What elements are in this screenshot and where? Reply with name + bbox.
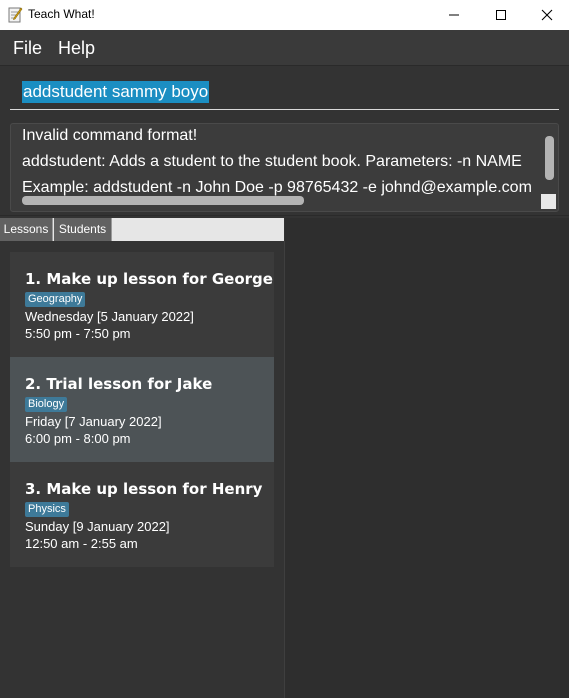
- menu-file[interactable]: File: [13, 38, 42, 59]
- menu-help[interactable]: Help: [58, 38, 95, 59]
- result-display[interactable]: Invalid command format! addstudent: Adds…: [10, 123, 559, 212]
- result-line: Invalid command format!: [22, 127, 198, 144]
- result-area: Invalid command format! addstudent: Adds…: [0, 117, 569, 216]
- minimize-icon: [449, 14, 459, 16]
- lesson-title: 2. Trial lesson for Jake: [25, 375, 213, 393]
- lesson-card[interactable]: 2. Trial lesson for Jake Biology Friday …: [10, 357, 274, 462]
- lesson-time: 6:00 pm - 8:00 pm: [25, 431, 131, 446]
- menu-bar: File Help: [0, 30, 569, 66]
- close-icon: [541, 9, 553, 21]
- tab-bar: Lessons Students: [0, 218, 284, 241]
- maximize-button[interactable]: [478, 0, 524, 30]
- command-text: addstudent sammy boyo: [22, 81, 210, 103]
- subject-tag: Physics: [25, 502, 69, 517]
- close-button[interactable]: [524, 0, 569, 30]
- lesson-card[interactable]: 3. Make up lesson for Henry Physics Sund…: [10, 462, 274, 567]
- lesson-date: Wednesday [5 January 2022]: [25, 309, 194, 324]
- horizontal-scrollbar[interactable]: [22, 196, 304, 205]
- subject-tag: Biology: [25, 397, 68, 412]
- lesson-title: 1. Make up lesson for George: [25, 270, 273, 288]
- command-input[interactable]: addstudent sammy boyo: [10, 79, 559, 110]
- window-title: Teach What!: [28, 7, 95, 21]
- notepad-icon: [8, 7, 23, 23]
- command-area: addstudent sammy boyo: [0, 66, 569, 117]
- title-bar: Teach What!: [0, 0, 569, 30]
- lesson-date: Friday [7 January 2022]: [25, 414, 162, 429]
- lesson-time: 12:50 am - 2:55 am: [25, 536, 138, 551]
- minimize-button[interactable]: [431, 0, 477, 30]
- lesson-time: 5:50 pm - 7:50 pm: [25, 326, 131, 341]
- maximize-icon: [496, 10, 506, 20]
- detail-panel: [285, 218, 569, 698]
- subject-tag: Geography: [25, 292, 86, 307]
- result-line: Example: addstudent -n John Doe -p 98765…: [22, 179, 532, 196]
- vertical-scrollbar[interactable]: [545, 136, 554, 180]
- lesson-title: 3. Make up lesson for Henry: [25, 480, 263, 498]
- lesson-date: Sunday [9 January 2022]: [25, 519, 170, 534]
- tab-lessons[interactable]: Lessons: [0, 218, 53, 241]
- scroll-corner: [541, 194, 556, 209]
- result-line: addstudent: Adds a student to the studen…: [22, 153, 522, 170]
- lesson-list: 1. Make up lesson for George Geography W…: [0, 241, 285, 698]
- lesson-card[interactable]: 1. Make up lesson for George Geography W…: [10, 252, 274, 357]
- tab-students[interactable]: Students: [54, 218, 112, 241]
